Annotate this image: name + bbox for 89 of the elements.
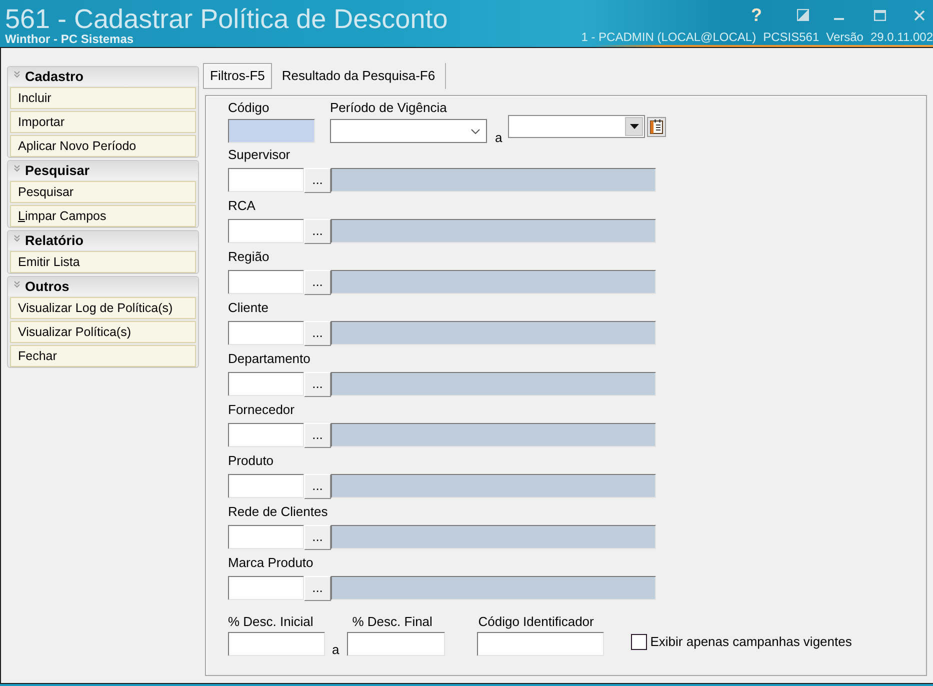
sidebar-menu-item[interactable]: Limpar Campos xyxy=(10,205,196,227)
field-label: RCA xyxy=(228,198,256,214)
code-input-field[interactable] xyxy=(228,168,304,192)
sidebar-menu-item[interactable]: Incluir xyxy=(10,87,196,109)
section-title: Relatório xyxy=(25,234,84,248)
field-label: Supervisor xyxy=(228,147,290,163)
description-field[interactable] xyxy=(331,474,656,498)
code-input-field[interactable] xyxy=(228,525,304,549)
code-input-field[interactable] xyxy=(228,270,304,294)
session-info-text: PCSIS561 xyxy=(763,30,820,44)
lookup-button[interactable]: ... xyxy=(304,474,331,499)
checkbox-label: Exibir apenas campanhas vigentes xyxy=(650,634,852,650)
caret-down-icon xyxy=(630,124,639,129)
code-input-field[interactable] xyxy=(228,474,304,498)
checkbox[interactable] xyxy=(631,634,648,650)
half-filled-square-icon[interactable] xyxy=(797,9,809,21)
description-field[interactable] xyxy=(331,219,656,243)
field-label: Departamento xyxy=(228,351,310,367)
field-label: Marca Produto xyxy=(228,555,314,571)
sidebar-menu-item[interactable]: Importar xyxy=(10,111,196,133)
maximize-icon[interactable] xyxy=(874,10,886,20)
lookup-button[interactable]: ... xyxy=(304,525,331,550)
range-separator: a xyxy=(332,642,340,658)
tab[interactable]: Resultado da Pesquisa-F6 xyxy=(272,63,446,89)
sidebar-menu-item[interactable]: Fechar xyxy=(10,345,196,367)
section-header[interactable]: Pesquisar xyxy=(8,161,198,180)
discount-start-field[interactable] xyxy=(228,632,325,656)
discount-end-field[interactable] xyxy=(347,632,446,656)
lookup-button[interactable]: ... xyxy=(304,219,331,244)
range-separator: a xyxy=(495,130,502,146)
description-field[interactable] xyxy=(331,576,656,600)
lookup-button[interactable]: ... xyxy=(304,372,331,397)
code-input-field[interactable] xyxy=(228,372,304,396)
double-chevron-down-icon xyxy=(14,164,20,172)
lookup-button[interactable]: ... xyxy=(304,270,331,295)
field-label: Região xyxy=(228,249,270,265)
window-title: 561 - Cadastrar Política de Desconto xyxy=(5,5,448,33)
description-field[interactable] xyxy=(331,168,656,192)
period-start-combobox[interactable] xyxy=(330,119,487,143)
field-label: Período de Vigência xyxy=(330,100,448,116)
session-info-text: 1 - PCADMIN (LOCAL@LOCAL) xyxy=(581,30,756,44)
double-chevron-down-icon xyxy=(14,280,20,288)
field-label: Rede de Clientes xyxy=(228,504,328,520)
period-end-date-field[interactable] xyxy=(508,115,646,138)
section-header[interactable]: Cadastro xyxy=(8,67,198,86)
code-input-field[interactable] xyxy=(228,576,304,600)
identifier-field[interactable] xyxy=(477,632,604,656)
field-label: % Desc. Inicial xyxy=(228,614,314,630)
section-header[interactable]: Outros xyxy=(8,277,198,296)
field-label: Fornecedor xyxy=(228,402,294,418)
field-label: Código Identificador xyxy=(478,614,595,630)
description-field[interactable] xyxy=(331,321,656,345)
minimize-icon[interactable] xyxy=(834,18,844,20)
dropdown-button[interactable] xyxy=(625,117,644,136)
field-label: % Desc. Final xyxy=(352,614,434,630)
sidebar-menu-item[interactable]: Pesquisar xyxy=(10,181,196,203)
window-subtitle: Winthor - PC Sistemas xyxy=(5,33,135,46)
field-label: Cliente xyxy=(228,300,268,316)
session-info-text: 29.0.11.002 xyxy=(870,30,933,44)
description-field[interactable] xyxy=(331,270,656,294)
calendar-icon xyxy=(650,119,664,134)
sidebar-menu-item[interactable]: Aplicar Novo Período xyxy=(10,135,196,157)
section-title: Cadastro xyxy=(25,70,84,84)
lookup-button[interactable]: ... xyxy=(304,576,331,601)
close-icon[interactable] xyxy=(914,10,925,20)
lookup-button[interactable]: ... xyxy=(304,423,331,448)
lookup-button[interactable]: ... xyxy=(304,168,331,193)
section-title: Pesquisar xyxy=(25,164,90,178)
sidebar-menu-item[interactable]: Visualizar Política(s) xyxy=(10,321,196,343)
field-label: Produto xyxy=(228,453,274,469)
code-field[interactable] xyxy=(228,119,315,143)
description-field[interactable] xyxy=(331,525,656,549)
double-chevron-down-icon xyxy=(14,70,20,78)
section-title: Outros xyxy=(25,280,70,294)
field-label: Código xyxy=(228,100,270,116)
code-input-field[interactable] xyxy=(228,219,304,243)
session-info-text: Versão xyxy=(826,30,864,44)
double-chevron-down-icon xyxy=(14,234,20,242)
code-input-field[interactable] xyxy=(228,321,304,345)
calendar-button[interactable] xyxy=(647,116,666,136)
lookup-button[interactable]: ... xyxy=(304,321,331,346)
description-field[interactable] xyxy=(331,423,656,447)
code-input-field[interactable] xyxy=(228,423,304,447)
chevron-down-icon xyxy=(471,128,480,134)
tab[interactable]: Filtros-F5 xyxy=(203,63,272,89)
sidebar-menu-item[interactable]: Emitir Lista xyxy=(10,251,196,273)
description-field[interactable] xyxy=(331,372,656,396)
sidebar-menu-item[interactable]: Visualizar Log de Política(s) xyxy=(10,297,196,319)
section-header[interactable]: Relatório xyxy=(8,231,198,250)
